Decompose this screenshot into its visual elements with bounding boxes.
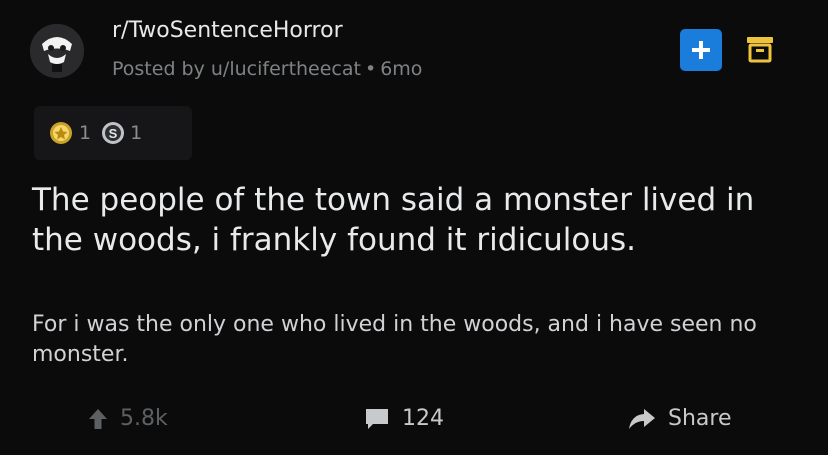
ghost-mask-icon (30, 24, 84, 78)
coin-award-icon: S (101, 121, 125, 145)
svg-text:S: S (109, 126, 118, 141)
comments-button[interactable]: 124 (364, 406, 444, 431)
share-button[interactable]: Share (628, 406, 732, 431)
post-body: For i was the only one who lived in the … (32, 312, 757, 367)
share-label: Share (668, 406, 732, 431)
upvote-count: 5.8k (120, 406, 168, 431)
join-button[interactable] (680, 29, 722, 71)
post-meta: Posted by u/lucifertheecat • 6mo (112, 58, 422, 80)
silver-award-icon (48, 120, 74, 146)
comment-bubble-icon (364, 407, 390, 431)
post-age: 6mo (380, 58, 423, 80)
awards-bar[interactable]: 1 S 1 (34, 106, 192, 160)
post-title[interactable]: The people of the town said a monster li… (32, 180, 802, 260)
posted-by-label[interactable]: Posted by u/lucifertheecat (112, 58, 361, 80)
subreddit-name[interactable]: r/TwoSentenceHorror (112, 18, 343, 43)
subreddit-avatar[interactable] (30, 24, 84, 78)
plus-icon (692, 41, 710, 59)
share-arrow-icon (628, 407, 656, 431)
silver-award-count: 1 (79, 122, 92, 144)
comment-count: 124 (402, 406, 444, 431)
archive-icon (747, 37, 773, 63)
archive-button[interactable] (746, 34, 774, 64)
coin-award-count: 1 (130, 122, 143, 144)
upvote-arrow-icon (88, 408, 108, 430)
upvote-button[interactable]: 5.8k (88, 406, 168, 431)
meta-separator: • (364, 58, 377, 80)
